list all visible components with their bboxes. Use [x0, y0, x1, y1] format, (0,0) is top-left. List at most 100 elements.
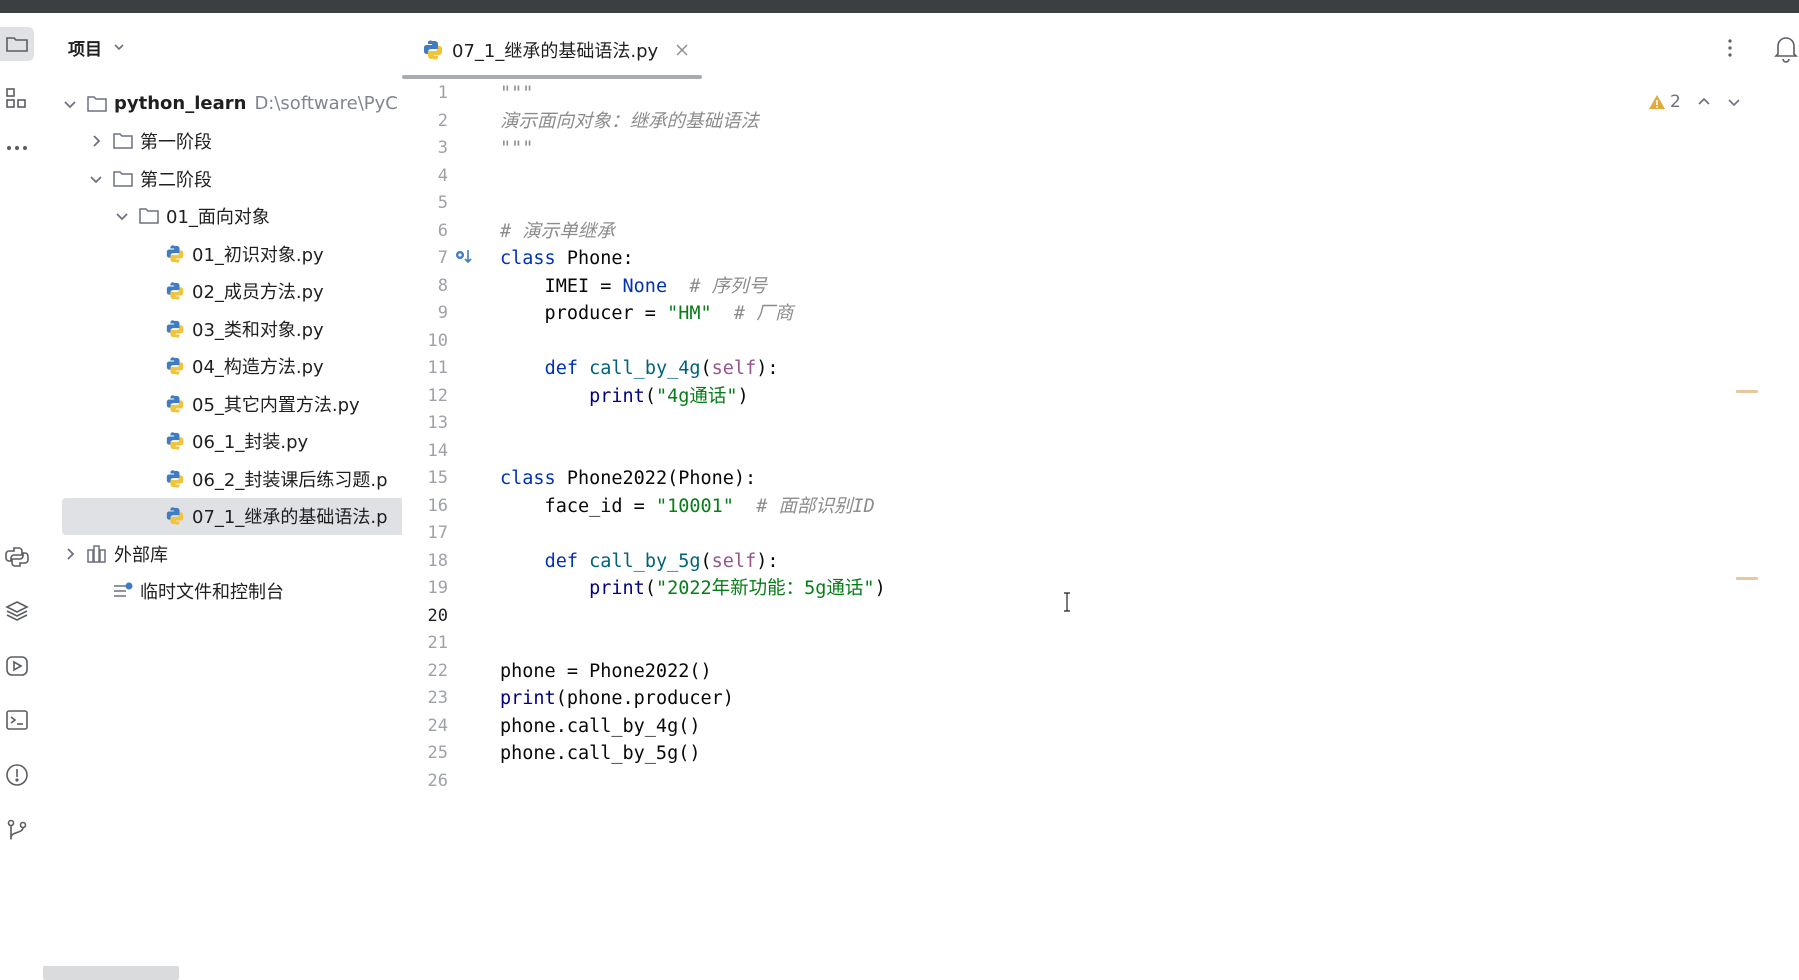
run-icon [6, 656, 28, 676]
line-number-gutter: 1 2 3 4 5 6 7 8 9 10 11 12 13 14 15 16 17 18 19 20 21 22 23 24 2… [402, 80, 470, 795]
tree-node[interactable]: python_learn D:\software\PyC [62, 85, 402, 123]
code-line[interactable]: IMEI = None # 序列号 [500, 273, 1700, 301]
next-highlight-icon[interactable] [1727, 95, 1741, 109]
error-stripe-mark[interactable] [1736, 390, 1758, 393]
code-line[interactable]: phone = Phone2022() [500, 658, 1700, 686]
code-line[interactable]: print("4g通话") [500, 383, 1700, 411]
folder-icon [6, 37, 28, 52]
line-number: 15 [427, 468, 448, 488]
subclass-marker-icon[interactable] [452, 246, 474, 268]
folder-icon [139, 208, 159, 224]
chevron-right-icon[interactable] [88, 133, 104, 149]
code-line[interactable]: print("2022年新功能：5g通话") [500, 575, 1700, 603]
line-number: 26 [427, 770, 448, 791]
code-line[interactable]: print(phone.producer) [500, 685, 1700, 713]
code-token: (phone.producer) [555, 688, 734, 709]
run-button[interactable] [0, 649, 34, 683]
code-line[interactable] [500, 163, 1700, 191]
tree-node-label: 04_构造方法.py [192, 357, 324, 379]
project-panel: 项目 python_learn D:\software\PyC 第一阶段 第二阶段 01… [40, 13, 402, 980]
tree-node-label: 01_面向对象 [166, 207, 270, 229]
chevron-down-icon[interactable] [62, 96, 78, 112]
code-token: 演示面向对象：继承的基础语法 [500, 110, 760, 132]
code-line[interactable] [500, 603, 1700, 631]
tree-node[interactable]: 04_构造方法.py [62, 348, 402, 386]
tree-node[interactable]: 临时文件和控制台 [62, 573, 402, 611]
tree-node[interactable]: 06_2_封装课后练习题.p [62, 460, 402, 498]
tree-node[interactable]: 03_类和对象.py [62, 310, 402, 348]
chevron-down-icon [114, 44, 124, 51]
code-line[interactable]: phone.call_by_5g() [500, 740, 1700, 768]
chevron-down-icon[interactable] [88, 171, 104, 187]
problems-button[interactable] [0, 758, 34, 792]
project-horizontal-scrollbar[interactable] [43, 966, 179, 980]
more-vertical-icon[interactable] [1720, 35, 1740, 61]
code-line[interactable]: face_id = "10001" # 面部识别ID [500, 493, 1700, 521]
code-line[interactable] [500, 520, 1700, 548]
tree-expander [140, 283, 156, 299]
chevron-down-icon[interactable] [114, 208, 130, 224]
tree-node[interactable]: 05_其它内置方法.py [62, 385, 402, 423]
editor-tab[interactable]: 07_1_继承的基础语法.py [402, 35, 690, 65]
code-line[interactable]: phone.call_by_4g() [500, 713, 1700, 741]
tree-expander [140, 358, 156, 374]
problems-icon [6, 764, 28, 786]
tree-node-label: 临时文件和控制台 [140, 582, 284, 604]
tree-node[interactable]: 外部库 [62, 535, 402, 573]
packages-button[interactable] [0, 594, 34, 628]
code-editor[interactable]: """ 演示面向对象：继承的基础语法 """ # 演示单继承 class Phone: … [500, 80, 1700, 795]
code-token: ( [644, 385, 656, 407]
tree-node[interactable]: 07_1_继承的基础语法.p [62, 497, 402, 535]
tree-node[interactable]: 06_1_封装.py [62, 423, 402, 461]
terminal-button[interactable] [0, 703, 34, 737]
code-token: print [500, 688, 556, 709]
code-line[interactable] [500, 630, 1700, 658]
code-line[interactable]: class Phone: [500, 245, 1700, 273]
code-line[interactable] [500, 328, 1700, 356]
more-tools-button[interactable] [0, 131, 34, 165]
tree-node-label: 02_成员方法.py [192, 282, 324, 304]
tree-node-label: 06_1_封装.py [192, 432, 309, 454]
code-line[interactable]: # 演示单继承 [500, 218, 1700, 246]
tree-node[interactable]: 第一阶段 [62, 123, 402, 161]
code-token: "10001" [655, 495, 734, 517]
tree-node[interactable]: 第二阶段 [62, 160, 402, 198]
code-token: ( [700, 358, 712, 379]
code-line[interactable]: class Phone2022(Phone): [500, 465, 1700, 493]
line-number: 4 [437, 165, 448, 186]
chevron-right-icon[interactable] [62, 546, 78, 562]
tree-node[interactable]: 01_初识对象.py [62, 235, 402, 273]
tree-node-label: 07_1_继承的基础语法.p [192, 507, 388, 529]
error-stripe-mark[interactable] [1736, 577, 1758, 580]
tree-expander [140, 396, 156, 412]
git-button[interactable] [0, 813, 34, 847]
code-token: self [711, 550, 757, 572]
code-line[interactable]: def call_by_4g(self): [500, 355, 1700, 383]
python-console-button[interactable] [0, 540, 34, 574]
code-line[interactable]: """ [500, 135, 1700, 163]
line-number: 19 [427, 578, 448, 598]
structure-tool-button[interactable] [0, 81, 34, 115]
terminal-icon [6, 710, 28, 730]
tree-node[interactable]: 01_面向对象 [62, 198, 402, 236]
code-line[interactable] [500, 410, 1700, 438]
close-icon[interactable] [674, 42, 690, 58]
notifications-bell-icon[interactable] [1772, 33, 1799, 63]
code-line[interactable]: def call_by_5g(self): [500, 548, 1700, 576]
line-number: 16 [427, 495, 448, 516]
code-line[interactable] [500, 768, 1700, 796]
code-line[interactable] [500, 190, 1700, 218]
code-line[interactable]: """ [500, 80, 1700, 108]
project-view-selector[interactable]: 项目 [68, 35, 126, 60]
code-line[interactable]: 演示面向对象：继承的基础语法 [500, 108, 1700, 136]
tool-window-strip [0, 13, 40, 980]
tree-node[interactable]: 02_成员方法.py [62, 273, 402, 311]
project-title: 项目 [68, 39, 102, 60]
code-line[interactable] [500, 438, 1700, 466]
project-tool-button[interactable] [0, 27, 34, 61]
code-line[interactable]: producer = "HM" # 厂商 [500, 300, 1700, 328]
